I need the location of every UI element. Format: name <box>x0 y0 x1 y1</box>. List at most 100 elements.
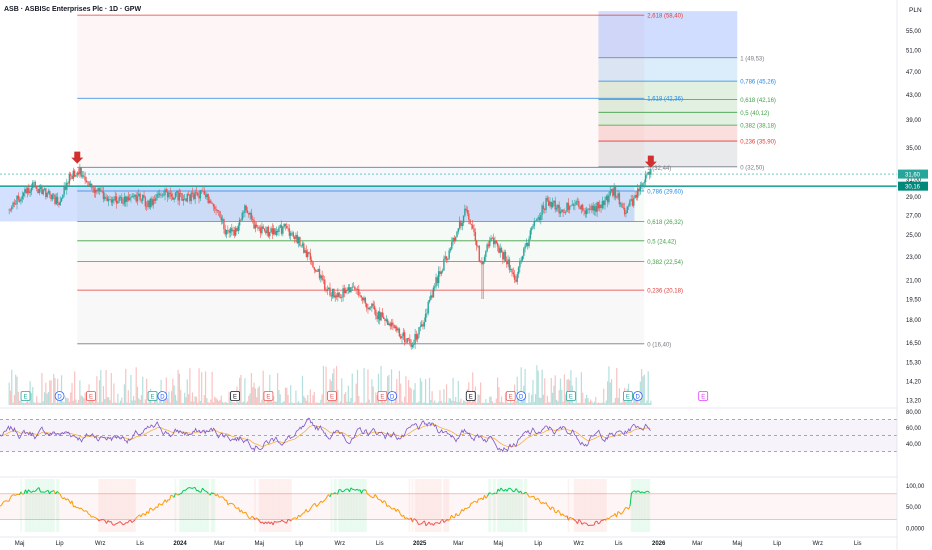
volume-bar <box>453 401 455 405</box>
price-chart[interactable]: 1 (32,44)0,786 (29,60)0,618 (26,32)0,5 (… <box>0 0 932 550</box>
candle-body <box>368 307 370 310</box>
price-tick-label: 47,00 <box>906 70 922 76</box>
osc-highlight <box>357 479 360 532</box>
candle-body <box>207 194 209 203</box>
volume-bar <box>67 398 69 405</box>
candle-body <box>519 261 521 268</box>
candle-body <box>364 297 367 304</box>
candle-body <box>96 190 98 191</box>
candle-body <box>348 287 351 293</box>
candle-body <box>206 194 208 198</box>
volume-bar <box>110 373 112 405</box>
candle-body <box>648 171 651 175</box>
fib-band <box>598 112 738 126</box>
event-marker-label: E <box>509 394 513 400</box>
event-marker-label: E <box>569 394 573 400</box>
candle-body <box>119 197 122 198</box>
volume-bar <box>516 376 518 405</box>
osc-highlight <box>524 479 526 532</box>
candle-body <box>592 205 594 211</box>
volume-bar <box>216 399 218 405</box>
osc-highlight <box>207 479 210 532</box>
osc-highlight <box>186 479 189 532</box>
volume-bar <box>641 368 643 405</box>
volume-bar <box>80 395 82 405</box>
candle-body <box>483 256 486 262</box>
candle-body <box>411 345 414 348</box>
candle-body <box>558 204 560 214</box>
candle-body <box>546 198 549 201</box>
volume-bar <box>115 402 118 405</box>
volume-bar <box>241 402 243 405</box>
osc-highlight <box>333 479 336 532</box>
volume-bar <box>392 402 394 405</box>
volume-bar <box>15 374 17 405</box>
candle-body <box>460 220 462 227</box>
candle-body <box>295 234 297 239</box>
osc-highlight <box>437 479 439 532</box>
candle-body <box>258 227 260 229</box>
candle-body <box>496 242 499 247</box>
candle-body <box>405 342 407 343</box>
event-marker-label: D <box>519 394 524 400</box>
candle-body <box>64 186 67 190</box>
volume-bar <box>538 397 541 405</box>
volume-bar <box>506 401 508 405</box>
candle-body <box>130 197 132 199</box>
candle-body <box>194 192 196 200</box>
candle-body <box>275 230 278 235</box>
osc-highlight <box>342 479 345 532</box>
candle-body <box>186 194 188 202</box>
candle-body <box>492 237 495 245</box>
volume-bar <box>176 400 178 405</box>
candle-body <box>621 203 623 208</box>
candle-body <box>473 228 475 232</box>
volume-bar <box>413 389 415 405</box>
osc-highlight <box>254 479 256 532</box>
candle-body <box>123 196 126 204</box>
volume-bar <box>307 394 309 405</box>
volume-bar <box>144 399 146 405</box>
volume-bar <box>461 402 463 405</box>
volume-bar <box>630 400 632 405</box>
candle-body <box>125 196 127 202</box>
candle-body <box>406 338 408 343</box>
candle-body <box>646 174 648 176</box>
volume-bar <box>314 402 317 405</box>
candle-body <box>630 199 632 201</box>
candle-body <box>469 219 471 225</box>
candle-body <box>602 201 605 206</box>
volume-bar <box>294 402 296 405</box>
candle-body <box>606 196 609 203</box>
candle-body <box>81 175 84 177</box>
volume-bar <box>591 401 593 405</box>
candle-body <box>94 190 97 193</box>
volume-bar <box>549 402 551 405</box>
osc-highlight <box>206 479 208 532</box>
volume-bar <box>147 402 149 405</box>
osc-highlight <box>50 479 52 532</box>
volume-bar <box>550 377 552 405</box>
osc-highlight <box>440 479 442 532</box>
candle-body <box>214 206 216 209</box>
volume-bar <box>39 402 42 405</box>
candle-body <box>534 220 537 222</box>
volume-bar <box>118 402 120 405</box>
time-tick-label: Lis <box>376 541 384 547</box>
osc-highlight <box>359 479 361 532</box>
osc-highlight <box>341 479 343 532</box>
candle-body <box>318 269 321 279</box>
volume-bar <box>223 402 225 405</box>
candle-body <box>104 196 106 200</box>
volume-bar <box>313 391 315 405</box>
osc-highlight <box>41 479 43 532</box>
candle-body <box>435 277 437 287</box>
candle-body <box>110 199 113 203</box>
candle-body <box>420 324 423 327</box>
volume-bar <box>265 402 267 405</box>
time-tick-label: Lis <box>136 541 144 547</box>
osc-highlight <box>345 479 348 532</box>
candle-body <box>25 189 27 194</box>
volume-bar <box>215 398 217 405</box>
chart-title: ASB · ASBISc Enterprises Plc · 1D · GPW <box>4 6 141 13</box>
